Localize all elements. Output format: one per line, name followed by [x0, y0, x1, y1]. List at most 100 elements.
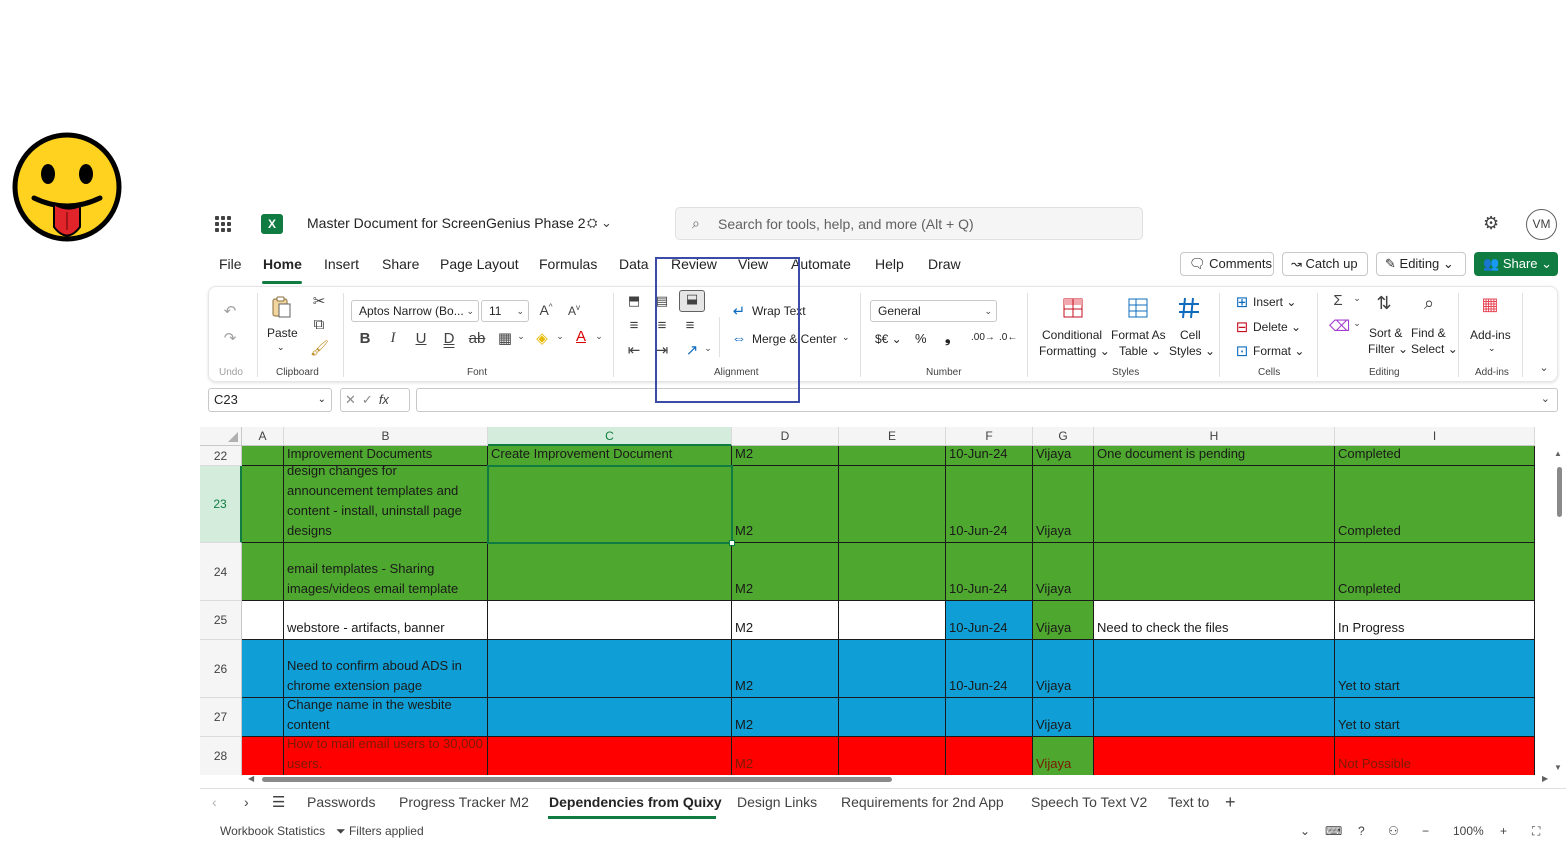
cell[interactable]: Yet to start — [1335, 640, 1535, 698]
cell[interactable]: Need to check the files — [1094, 601, 1335, 640]
format-as-table-button[interactable]: Format As — [1111, 328, 1166, 342]
format-as-table-icon[interactable] — [1126, 296, 1150, 320]
add-sheet-icon[interactable]: + — [1225, 792, 1236, 813]
chevron-down-icon[interactable]: ⌄ — [1300, 824, 1310, 838]
cell[interactable] — [839, 737, 946, 775]
menu-formulas[interactable]: Formulas — [539, 256, 597, 272]
addins-button[interactable]: Add-ins — [1470, 328, 1511, 342]
merge-center-icon[interactable]: ⇔ — [730, 330, 748, 347]
cell[interactable] — [488, 698, 732, 737]
menu-data[interactable]: Data — [619, 256, 649, 272]
chevron-down-icon[interactable]: ⌄ — [551, 331, 569, 342]
cell[interactable]: Completed — [1335, 446, 1535, 466]
cancel-icon[interactable]: ✕ — [345, 392, 362, 407]
sort-filter-button[interactable]: Sort & — [1369, 326, 1402, 340]
paste-button[interactable]: Paste — [267, 326, 298, 340]
search-box[interactable]: ⌕ — [675, 207, 1143, 240]
align-center-icon[interactable]: ≡ — [653, 317, 671, 334]
avatar[interactable]: VM — [1526, 209, 1557, 240]
undo-icon[interactable]: ↶ — [221, 302, 239, 320]
cell[interactable]: 10-Jun-24 — [946, 543, 1033, 601]
cell[interactable]: M2 — [732, 601, 839, 640]
insert-function-icon[interactable]: fx — [379, 392, 389, 407]
cell[interactable]: Yet to start — [1335, 698, 1535, 737]
row-header[interactable]: 26 — [200, 640, 242, 698]
formula-input[interactable]: ⌄ — [416, 388, 1558, 412]
menu-home[interactable]: Home — [263, 256, 302, 272]
double-underline-icon[interactable]: D — [440, 330, 458, 347]
chevron-down-icon[interactable]: ⌄ — [1488, 343, 1496, 354]
cell[interactable] — [839, 698, 946, 737]
zoom-out-icon[interactable]: − — [1422, 824, 1429, 838]
app-launcher-icon[interactable] — [215, 216, 231, 232]
cell[interactable]: Vijaya — [1033, 640, 1094, 698]
cell[interactable]: 10-Jun-24 — [946, 466, 1033, 543]
cell[interactable] — [839, 543, 946, 601]
comma-style-icon[interactable]: ❟ — [945, 329, 951, 346]
font-color-icon[interactable]: A — [572, 328, 590, 345]
increase-indent-icon[interactable]: ⇥ — [653, 341, 671, 359]
vertical-scrollbar[interactable]: ▲ ▼ — [1552, 447, 1566, 775]
menu-automate[interactable]: Automate — [791, 256, 851, 272]
cell[interactable]: One document is pending — [1094, 446, 1335, 466]
menu-file[interactable]: File — [219, 256, 242, 272]
sheet-tab[interactable]: Passwords — [307, 794, 375, 810]
font-size-dropdown[interactable]: 11 ⌄ — [481, 300, 529, 322]
scroll-down-arrow-icon[interactable]: ▼ — [1554, 763, 1562, 772]
addins-icon[interactable]: ▦ — [1481, 294, 1499, 315]
autosum-icon[interactable]: Σ — [1329, 292, 1347, 309]
sort-filter-icon[interactable]: ⇅ — [1375, 293, 1393, 314]
cell[interactable] — [242, 640, 284, 698]
number-format-dropdown[interactable]: General ⌄ — [870, 300, 997, 322]
percent-format-icon[interactable]: % — [915, 331, 927, 346]
insert-cells-icon[interactable]: ⊞ — [1233, 293, 1251, 311]
bold-icon[interactable]: B — [356, 330, 374, 347]
conditional-formatting-line2[interactable]: Formatting ⌄ — [1039, 344, 1110, 358]
document-options-chevron-icon[interactable]: ⛭ ⌄ — [587, 215, 612, 231]
cell[interactable]: Completed — [1335, 543, 1535, 601]
horizontal-scrollbar[interactable]: ◀ ▶ — [242, 774, 1552, 785]
column-header[interactable]: F — [946, 427, 1033, 446]
cell[interactable]: Vijaya — [1033, 543, 1094, 601]
chevron-down-icon[interactable]: ⌄ — [842, 332, 850, 343]
editing-mode-button[interactable]: ✎ Editing ⌄ — [1376, 252, 1466, 276]
increase-decimal-icon[interactable]: .00→ — [971, 332, 995, 343]
menu-insert[interactable]: Insert — [324, 256, 359, 272]
filters-applied-status[interactable]: ⏷ Filters applied — [336, 824, 424, 839]
cell[interactable]: Vijaya — [1033, 601, 1094, 640]
cell[interactable] — [839, 466, 946, 543]
format-painter-icon[interactable]: 🖌 — [310, 339, 329, 357]
expand-formula-chevron-icon[interactable]: ⌄ — [1541, 392, 1550, 405]
sheet-tab[interactable]: Design Links — [737, 794, 817, 810]
find-select-icon[interactable]: ⌕ — [1420, 293, 1438, 314]
cell[interactable]: M2 — [732, 543, 839, 601]
sort-filter-line2[interactable]: Filter ⌄ — [1368, 342, 1408, 356]
cell[interactable]: M2 — [732, 466, 839, 543]
align-bottom-icon[interactable]: ⬓ — [679, 290, 705, 312]
cell[interactable] — [839, 640, 946, 698]
column-header-selected[interactable]: C — [488, 427, 732, 446]
decrease-indent-icon[interactable]: ⇤ — [625, 341, 643, 359]
merge-center-button[interactable]: Merge & Center — [752, 332, 837, 346]
cell[interactable] — [1094, 737, 1335, 775]
cell-styles-button[interactable]: Cell — [1180, 328, 1201, 342]
cell[interactable]: 10-Jun-24 — [946, 640, 1033, 698]
menu-help[interactable]: Help — [875, 256, 904, 272]
cell[interactable] — [488, 737, 732, 775]
cell[interactable] — [242, 737, 284, 775]
wrap-text-button[interactable]: Wrap Text — [752, 304, 806, 318]
share-button[interactable]: 👥 Share ⌄ — [1474, 252, 1558, 276]
cell[interactable] — [488, 640, 732, 698]
font-name-dropdown[interactable]: Aptos Narrow (Bo... ⌄ — [351, 300, 479, 322]
previous-sheet-icon[interactable]: ‹ — [212, 794, 217, 810]
column-header[interactable]: B — [284, 427, 488, 446]
cell[interactable] — [242, 601, 284, 640]
cell[interactable] — [242, 698, 284, 737]
cell[interactable]: Not Possible — [1335, 737, 1535, 775]
all-sheets-menu-icon[interactable]: ☰ — [272, 793, 285, 811]
column-header[interactable]: G — [1033, 427, 1094, 446]
cell[interactable]: email templates - Sharing images/videos … — [284, 543, 488, 601]
cell[interactable] — [1094, 543, 1335, 601]
underline-icon[interactable]: U — [412, 330, 430, 347]
align-top-icon[interactable]: ⬒ — [625, 293, 643, 309]
